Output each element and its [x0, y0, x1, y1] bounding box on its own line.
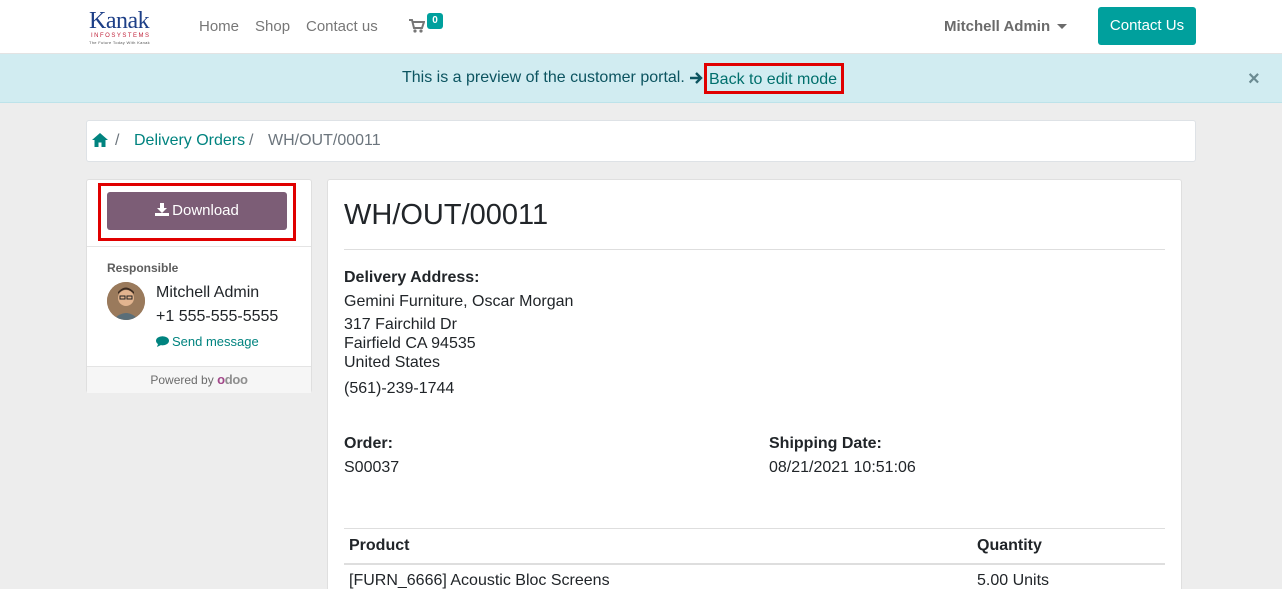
title-divider: [344, 249, 1165, 250]
user-menu[interactable]: Mitchell Admin: [944, 18, 1050, 35]
nav-shop-link[interactable]: Shop: [255, 18, 290, 35]
address-line: United States: [344, 354, 441, 371]
cart-button[interactable]: 0: [409, 13, 445, 38]
page-title: WH/OUT/00011: [344, 199, 549, 231]
nav-home-link[interactable]: Home: [199, 18, 239, 35]
logo-tagline: The Future Today With Kanak: [89, 40, 150, 45]
breadcrumb-current: WH/OUT/00011: [268, 132, 381, 149]
responsible-name: Mitchell Admin: [156, 284, 260, 301]
cart-count-badge: 0: [427, 13, 443, 29]
order-label: Order:: [344, 435, 393, 452]
sidebar-card: Download Responsible Mitchell Admin +1 5…: [86, 179, 312, 393]
preview-alert-text: This is a preview of the customer portal…: [402, 69, 685, 86]
download-icon: [155, 203, 170, 216]
shopping-cart-icon: [409, 19, 425, 33]
comment-icon: [156, 336, 169, 347]
quantity-cell: 5.00 Units: [977, 572, 1050, 589]
table-header-border: [344, 563, 1165, 565]
preview-alert: This is a preview of the customer portal…: [0, 54, 1282, 103]
breadcrumb-delivery-orders-link[interactable]: Delivery Orders: [134, 132, 245, 150]
download-highlight-frame: Download: [98, 183, 296, 241]
chevron-down-icon[interactable]: [1057, 24, 1067, 29]
address-line: Gemini Furniture, Oscar Morgan: [344, 293, 574, 310]
address-line: Fairfield CA 94535: [344, 335, 476, 352]
breadcrumb-separator: /: [249, 132, 254, 149]
address-line: 317 Fairchild Dr: [344, 316, 457, 333]
table-top-border: [344, 528, 1165, 529]
delivery-order-card: WH/OUT/00011 Delivery Address: Gemini Fu…: [327, 179, 1182, 589]
shipping-date-value: 08/21/2021 10:51:06: [769, 459, 916, 476]
send-message-label: Send message: [172, 334, 259, 349]
download-button[interactable]: Download: [107, 192, 287, 230]
order-value: S00037: [344, 459, 400, 476]
sidebar-divider: [87, 246, 311, 247]
responsible-label: Responsible: [107, 261, 179, 275]
product-cell: [FURN_6666] Acoustic Bloc Screens: [349, 572, 610, 589]
shipping-date-label: Shipping Date:: [769, 435, 882, 452]
odoo-logo[interactable]: odoo: [217, 372, 248, 387]
back-to-edit-mode-link[interactable]: Back to edit mode: [704, 63, 844, 94]
send-message-link[interactable]: Send message: [156, 334, 259, 349]
column-header-quantity: Quantity: [977, 537, 1042, 554]
home-icon[interactable]: [92, 133, 108, 147]
powered-by-footer: Powered by odoo: [87, 366, 311, 393]
address-phone: (561)-239-1744: [344, 380, 455, 397]
column-header-product: Product: [349, 537, 410, 554]
arrow-right-icon: [690, 72, 703, 84]
responsible-phone: +1 555-555-5555: [156, 308, 279, 325]
user-avatar-image: [107, 282, 145, 320]
logo-sub-text: INFOSYSTEMS: [91, 33, 151, 39]
company-logo[interactable]: Kanak INFOSYSTEMS The Future Today With …: [87, 8, 167, 46]
delivery-address-label: Delivery Address:: [344, 269, 480, 286]
breadcrumb-separator: /: [115, 132, 120, 149]
logo-main-text: Kanak: [89, 8, 150, 34]
breadcrumb: / Delivery Orders / WH/OUT/00011: [86, 120, 1196, 162]
powered-by-label: Powered by: [150, 373, 214, 387]
contact-us-button[interactable]: Contact Us: [1098, 7, 1196, 45]
avatar: [107, 282, 145, 320]
top-navbar: Kanak INFOSYSTEMS The Future Today With …: [0, 0, 1282, 54]
download-button-label: Download: [172, 202, 239, 219]
nav-contact-link[interactable]: Contact us: [306, 18, 378, 35]
close-icon[interactable]: ×: [1248, 68, 1260, 91]
